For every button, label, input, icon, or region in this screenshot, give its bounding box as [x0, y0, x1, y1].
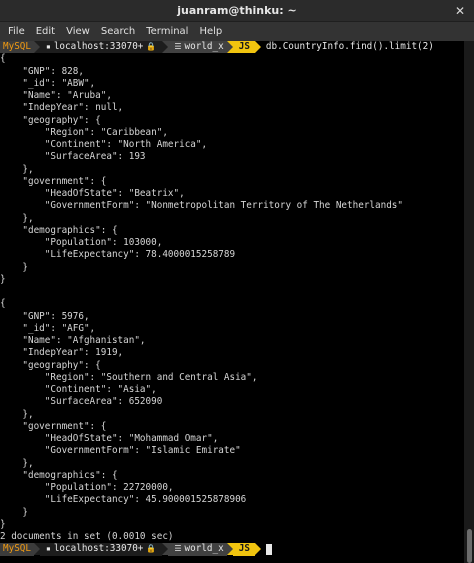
output-line: {	[0, 53, 6, 65]
prompt-host-segment: ▪ localhost:33070+ 🔒	[40, 543, 163, 556]
output-line: "Region": "Caribbean",	[0, 126, 168, 138]
output-line: },	[0, 408, 34, 420]
output-line: 2 documents in set (0.0010 sec)	[0, 531, 174, 542]
output-line: "geography": {	[0, 114, 101, 126]
database-icon: ☰	[174, 42, 182, 51]
prompt-schema-segment: ☰ world_x	[168, 543, 227, 556]
output-line: "Name": "Afghanistan",	[0, 335, 146, 346]
output-line: "Name": "Aruba",	[0, 90, 112, 101]
lock-icon: 🔒	[146, 42, 157, 51]
menu-terminal[interactable]: Terminal	[142, 26, 192, 37]
prompt-host: localhost:33070+	[53, 543, 144, 555]
output-line: "Population": 103000,	[0, 237, 163, 248]
terminal-output-area[interactable]: MySQL ▪ localhost:33070+ 🔒 ☰ world_x JS db.Coun…	[0, 41, 464, 563]
shell-prompt: MySQL ▪ localhost:33070+ 🔒 ☰ world_x JS db.Coun…	[0, 41, 464, 54]
text-cursor	[265, 543, 272, 555]
output-line: "Population": 22720000,	[0, 482, 174, 493]
output-line: "SurfaceArea": 652090	[0, 396, 163, 408]
output-line: "Continent": "Asia",	[0, 384, 157, 395]
output-line: "Region": "Southern and Central Asia",	[0, 371, 258, 383]
window-titlebar: juanram@thinku: ~ ✕	[0, 0, 474, 22]
scrollbar-thumb[interactable]	[467, 529, 472, 563]
output-line: "_id": "AFG",	[0, 322, 96, 334]
output-line: }	[0, 273, 6, 285]
output-line: },	[0, 163, 34, 175]
output-line: "LifeExpectancy": 78.4000015258789	[0, 249, 236, 261]
output-line: "GovernmentForm": "Islamic Emirate"	[0, 445, 241, 457]
output-line: }	[0, 261, 28, 273]
command-output: { "GNP": 828, "_id": "ABW", "Name": "Aru…	[0, 53, 464, 543]
database-icon: ☰	[174, 544, 182, 554]
menu-file[interactable]: File	[4, 26, 29, 37]
window-title: juanram@thinku: ~	[177, 4, 297, 17]
menu-help[interactable]: Help	[195, 26, 226, 37]
output-line: "HeadOfState": "Mohammad Omar",	[0, 433, 219, 444]
output-line: "geography": {	[0, 359, 101, 371]
prompt-schema: world_x	[184, 41, 224, 52]
output-line: "IndepYear": null,	[0, 102, 124, 114]
output-line: "demographics": {	[0, 469, 118, 481]
output-line: "Continent": "North America",	[0, 139, 208, 150]
menu-edit[interactable]: Edit	[32, 26, 59, 37]
prompt-schema: world_x	[184, 543, 224, 555]
output-line: "HeadOfState": "Beatrix",	[0, 188, 185, 199]
output-line: "_id": "ABW",	[0, 77, 96, 89]
output-line: "government": {	[0, 420, 107, 432]
prompt-schema-segment: ☰ world_x	[168, 41, 227, 54]
output-line: "GNP": 828,	[0, 65, 84, 77]
output-line: "LifeExpectancy": 45.900001525878906	[0, 494, 247, 506]
output-line: "IndepYear": 1919,	[0, 347, 124, 359]
network-icon: ▪	[46, 544, 51, 554]
output-line: "GovernmentForm": "Nonmetropolitan Terri…	[0, 200, 403, 212]
menu-view[interactable]: View	[62, 26, 94, 37]
lock-icon: 🔒	[146, 544, 157, 554]
output-line: }	[0, 518, 6, 530]
close-icon[interactable]: ✕	[452, 3, 468, 19]
prompt-host-segment: ▪ localhost:33070+ 🔒	[40, 41, 163, 54]
shell-prompt-current: MySQL ▪ localhost:33070+ 🔒 ☰ world_x JS	[0, 543, 464, 556]
prompt-command: db.CountryInfo.find().limit(2)	[265, 41, 434, 52]
output-line: "GNP": 5976,	[0, 310, 90, 322]
output-line: "SurfaceArea": 193	[0, 151, 146, 163]
prompt-mode-segment: JS	[232, 543, 255, 556]
output-line: "government": {	[0, 175, 107, 187]
output-line: },	[0, 212, 34, 224]
menu-search[interactable]: Search	[97, 26, 139, 37]
output-line: }	[0, 506, 28, 518]
prompt-separator	[254, 543, 261, 556]
output-line: {	[0, 298, 6, 310]
network-icon: ▪	[46, 42, 51, 51]
prompt-host: localhost:33070+	[53, 41, 144, 52]
menu-bar: File Edit View Search Terminal Help	[0, 22, 474, 41]
output-line: },	[0, 457, 34, 469]
terminal-scrollbar[interactable]	[464, 41, 474, 563]
prompt-shell-segment: MySQL	[0, 543, 34, 556]
prompt-shell-segment: MySQL	[0, 41, 34, 54]
prompt-mode-segment: JS	[232, 41, 255, 54]
output-line: "demographics": {	[0, 224, 118, 236]
